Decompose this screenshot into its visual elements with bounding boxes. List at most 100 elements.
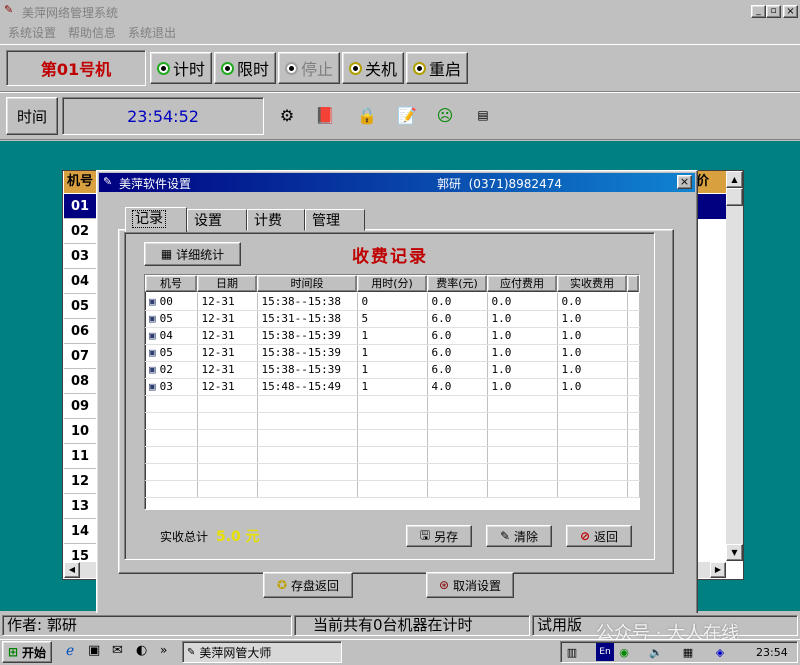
grid-scroll-thumb[interactable] [726,188,743,206]
shutdown-button[interactable]: 关机 [342,52,404,84]
menu-exit[interactable]: 系统退出 [128,24,176,41]
table-row[interactable]: ▣ 00 12-31 15:38--15:38 0 0.0 0.0 0.0 [145,293,640,311]
col-machine[interactable]: 机号 [145,275,197,292]
tray-ime-icon[interactable]: En [596,643,614,661]
table-cell: 12-31 [197,378,258,396]
grid-row-label[interactable]: 14 [64,519,96,544]
tab-records[interactable]: 记录 [125,207,187,232]
table-cell: 1.0 [557,378,628,396]
table-row[interactable]: ▣ 05 12-31 15:38--15:39 1 6.0 1.0 1.0 [145,344,640,362]
tray-app-icon[interactable]: ▥ [564,643,580,661]
close-button[interactable]: × [783,5,798,18]
money-gear-icon[interactable]: ⚙ [274,102,300,128]
table-row[interactable] [145,480,640,498]
grid-row-label[interactable]: 13 [64,494,96,519]
empty-cell [557,480,628,498]
col-minutes[interactable]: 用时(分) [357,275,427,292]
minimize-button[interactable]: _ [751,5,766,18]
tray-eye-icon[interactable]: ◈ [712,643,728,661]
help-book-icon[interactable]: 📕 [312,102,338,128]
grid-row-label[interactable]: 07 [64,344,96,369]
cancel-settings-button[interactable]: ⊛ 取消设置 [426,572,514,598]
task-meiping[interactable]: ✎ 美萍网管大师 [182,641,342,663]
col-date[interactable]: 日期 [197,275,257,292]
empty-cell [557,429,628,447]
timing-button[interactable]: 计时 [150,52,212,84]
table-row[interactable]: ▣ 05 12-31 15:31--15:38 5 6.0 1.0 1.0 [145,310,640,328]
grid-row-label[interactable]: 03 [64,244,96,269]
grid-row-label[interactable]: 05 [64,294,96,319]
grid-scroll-right[interactable]: ▶ [710,562,726,578]
grid-vscrollbar[interactable] [726,171,743,561]
pc-icon: ▣ [149,380,156,393]
restart-button[interactable]: 重启 [406,52,468,84]
table-cell: 0.0 [487,293,558,311]
empty-cell [627,412,640,430]
grid-row-label[interactable]: 01 [64,194,96,219]
table-row[interactable] [145,446,640,464]
table-row[interactable] [145,412,640,430]
save-return-button[interactable]: ✪ 存盘返回 [263,572,353,598]
table-cell: 1.0 [487,361,558,379]
table-row[interactable] [145,395,640,413]
note-icon[interactable]: ▤ [470,102,496,128]
empty-cell [145,412,198,430]
tray-volume-icon[interactable]: 🔈 [648,643,664,661]
tray-network-icon[interactable]: ▦ [680,643,696,661]
quicklaunch-more-icon[interactable]: » [160,643,167,657]
grid-row-label[interactable]: 11 [64,444,96,469]
dialog-close-button[interactable]: × [677,175,692,189]
grid-row-label[interactable]: 12 [64,469,96,494]
channel-icon[interactable]: ◐ [136,643,147,658]
restart-label: 重启 [428,60,461,79]
table-cell: 1 [357,327,428,345]
col-due[interactable]: 应付费用 [487,275,557,292]
detail-stats-button[interactable]: ▦ 详细统计 [144,242,241,266]
table-row[interactable] [145,429,640,447]
start-button[interactable]: ⊞ 开始 [2,641,52,663]
grid-row-label[interactable]: 09 [64,394,96,419]
menu-help[interactable]: 帮助信息 [68,24,116,41]
tray-globe-icon[interactable]: ◉ [616,643,632,661]
empty-cell [627,361,640,379]
grid-scroll-up[interactable]: ▲ [726,171,743,188]
table-row[interactable]: ▣ 03 12-31 15:48--15:49 1 4.0 1.0 1.0 [145,378,640,396]
save-as-button[interactable]: 🖫 另存 [406,525,472,547]
table-row[interactable] [145,463,640,481]
face-icon[interactable]: ☹ [432,102,458,128]
empty-cell [557,412,628,430]
grid-row-label[interactable]: 02 [64,219,96,244]
table-cell: 1.0 [557,310,628,328]
tab-manage[interactable]: 管理 [305,209,365,231]
stop-button[interactable]: 停止 [278,52,340,84]
desktop-icon[interactable]: ▣ [88,643,100,658]
tab-settings[interactable]: 设置 [187,209,247,231]
clear-button[interactable]: ✎ 清除 [486,525,552,547]
table-row[interactable]: ▣ 02 12-31 15:38--15:39 1 6.0 1.0 1.0 [145,361,640,379]
grid-scroll-left[interactable]: ◀ [64,562,80,578]
limit-button[interactable]: 限时 [214,52,276,84]
table-row[interactable]: ▣ 04 12-31 15:38--15:39 1 6.0 1.0 1.0 [145,327,640,345]
col-paid[interactable]: 实收费用 [557,275,627,292]
grid-scroll-down[interactable]: ▼ [726,544,743,561]
col-rate[interactable]: 费率(元) [427,275,487,292]
cancel-settings-label: 取消设置 [453,578,502,593]
lock-icon[interactable]: 🔒 [354,102,380,128]
outlook-icon[interactable]: ✉ [112,643,123,658]
machine-number: 04 [159,329,173,342]
tab-billing[interactable]: 计费 [247,209,305,231]
grid-row-label[interactable]: 04 [64,269,96,294]
grid-row-label[interactable]: 06 [64,319,96,344]
empty-cell [257,480,358,498]
restore-button[interactable]: ▫ [766,5,781,18]
col-period[interactable]: 时间段 [257,275,357,292]
menu-settings[interactable]: 系统设置 [8,24,56,41]
back-button[interactable]: ⊘ 返回 [566,525,632,547]
ie-icon[interactable]: ℯ [66,643,74,659]
grid-row-label[interactable]: 08 [64,369,96,394]
machine-number: 00 [159,294,173,308]
app-title-bar: ✎ 美萍网络管理系统 _ ▫ × [0,0,800,22]
notepad-icon[interactable]: 📝 [394,102,420,128]
bulb-icon: ✪ [276,578,288,592]
grid-row-label[interactable]: 10 [64,419,96,444]
